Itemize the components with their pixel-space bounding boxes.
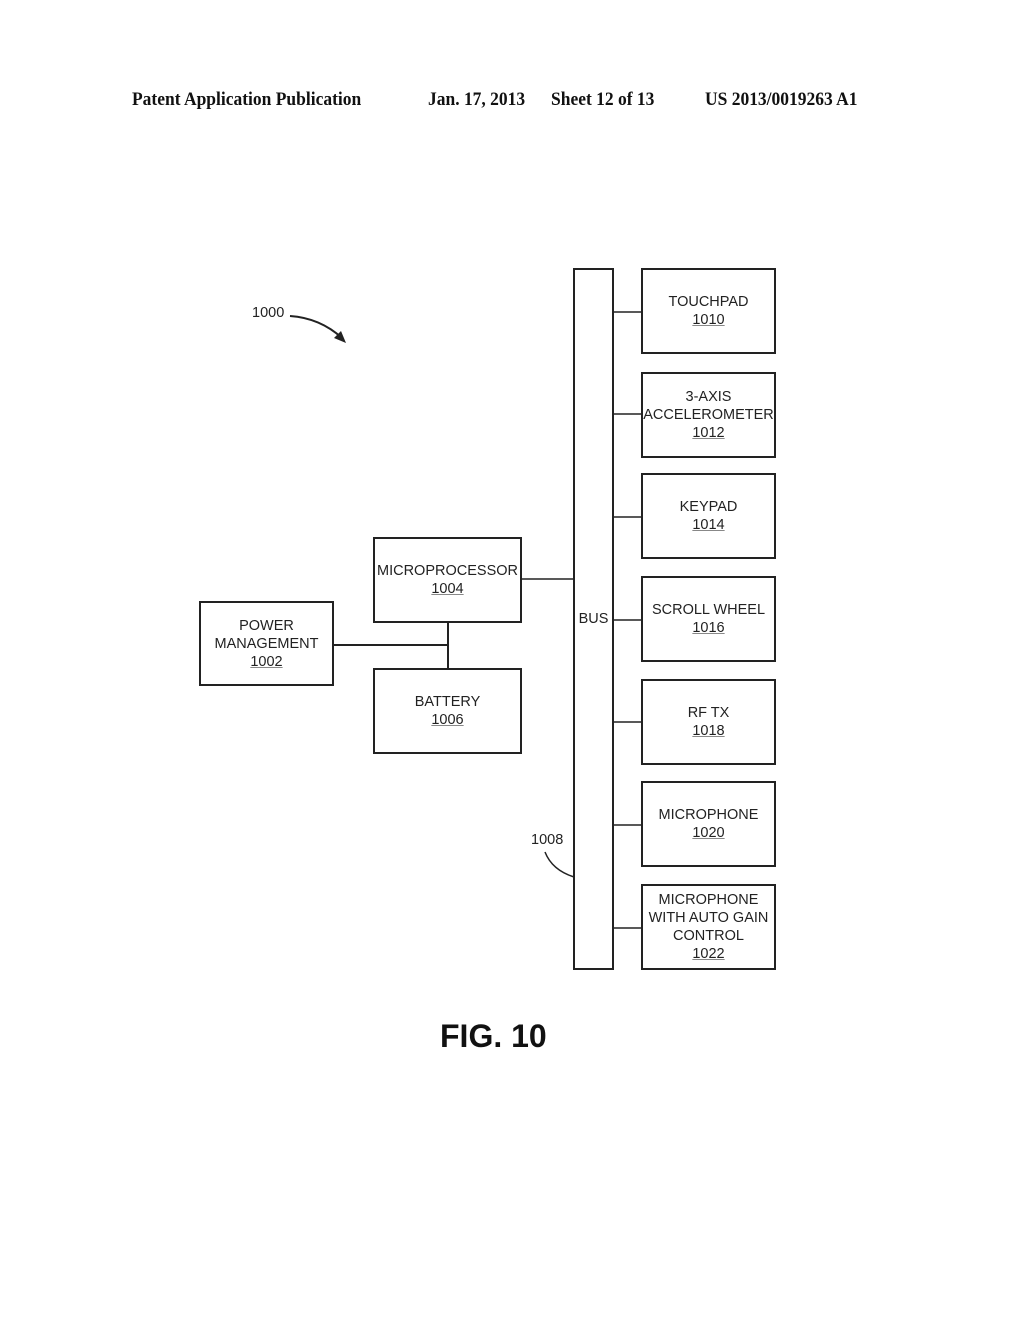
scroll-wheel-block: SCROLL WHEEL 1016: [641, 576, 776, 662]
bus-peripheral-lines: [613, 311, 642, 929]
figure-ref-label: 1000: [252, 305, 285, 321]
microphone-agc-block: MICROPHONE WITH AUTO GAIN CONTROL 1022: [641, 884, 776, 970]
block-label: 3-AXIS ACCELEROMETER: [643, 389, 774, 423]
block-ref: 1006: [431, 712, 464, 728]
accelerometer-block: 3-AXIS ACCELEROMETER 1012: [641, 372, 776, 458]
keypad-block: KEYPAD 1014: [641, 473, 776, 559]
touchpad-block: TOUCHPAD 1010: [641, 268, 776, 354]
bus-ref-label: 1008: [531, 832, 564, 848]
battery-block: BATTERY 1006: [373, 668, 522, 754]
block-ref: 1016: [692, 620, 725, 636]
block-ref: 1002: [250, 653, 283, 670]
block-ref: 1018: [692, 723, 725, 739]
bus-label: BUS: [578, 611, 609, 627]
block-ref: 1020: [692, 825, 725, 841]
block-label: MICROPHONE WITH AUTO GAIN CONTROL: [648, 892, 769, 944]
block-label: POWER MANAGEMENT: [214, 617, 319, 652]
bus-block: BUS: [573, 268, 614, 970]
figure-caption: FIG. 10: [440, 1018, 547, 1054]
block-label: KEYPAD: [679, 499, 738, 515]
connector-lines: [289, 311, 642, 929]
block-label: TOUCHPAD: [668, 294, 749, 310]
rf-tx-block: RF TX 1018: [641, 679, 776, 765]
microprocessor-block: MICROPROCESSOR 1004: [373, 537, 522, 623]
bus-ref-leader: [544, 851, 575, 878]
microphone-block: MICROPHONE 1020: [641, 781, 776, 867]
block-label: MICROPHONE: [658, 807, 759, 823]
block-ref: 1012: [692, 425, 725, 441]
block-label: RF TX: [687, 705, 730, 721]
block-ref: 1010: [692, 312, 725, 328]
figure-ref-arrow: [289, 315, 343, 339]
block-label: BATTERY: [414, 694, 481, 710]
block-ref: 1022: [692, 946, 725, 962]
power-management-block: POWER MANAGEMENT 1002: [199, 601, 334, 686]
block-ref: 1004: [431, 581, 464, 597]
block-label: SCROLL WHEEL: [651, 602, 766, 618]
block-ref: 1014: [692, 517, 725, 533]
block-label: MICROPROCESSOR: [377, 563, 518, 579]
